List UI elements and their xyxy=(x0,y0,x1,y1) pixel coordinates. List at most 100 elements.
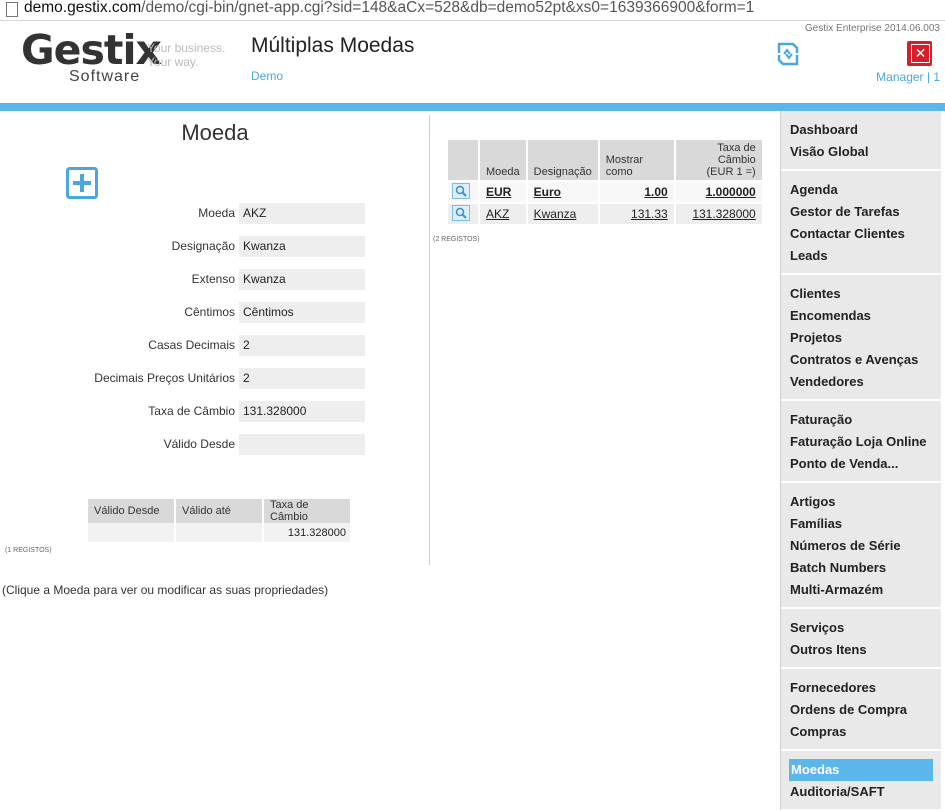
sidebar-item[interactable]: Projetos xyxy=(781,327,941,349)
table-row[interactable]: AKZ Kwanza 131.33 131.328000 xyxy=(448,204,762,224)
rate-link[interactable]: 1.000000 xyxy=(706,185,756,199)
url-text[interactable]: demo.gestix.com/demo/cgi-bin/gnet-app.cg… xyxy=(24,0,754,17)
sidebar-item[interactable]: Contratos e Avenças xyxy=(781,349,941,371)
field-label: Cêntimos xyxy=(184,305,235,319)
sidebar-item[interactable]: Visão Global xyxy=(781,141,941,163)
currency-name-link[interactable]: Euro xyxy=(534,185,561,199)
sidebar-group: Clientes Encomendas Projetos Contratos e Av… xyxy=(781,275,941,401)
field-label: Designação xyxy=(171,239,235,253)
sidebar-item[interactable]: Vendedores xyxy=(781,371,941,393)
field-value[interactable]: Kwanza xyxy=(239,269,365,290)
close-icon: ✕ xyxy=(911,44,930,63)
history-count: (1 REGISTOS) xyxy=(5,547,52,554)
sidebar-item[interactable]: Ponto de Venda... xyxy=(781,453,941,475)
field-label: Casas Decimais xyxy=(148,338,235,352)
logo-main: Gestix xyxy=(21,26,162,74)
rate-history-table: Válido Desde Válido até Taxa de Câmbio 1… xyxy=(86,499,352,542)
header-divider xyxy=(0,103,945,111)
sidebar-item[interactable]: Artigos xyxy=(781,491,941,513)
sidebar-nav: Dashboard Visão Global Agenda Gestor de Tar… xyxy=(780,111,941,811)
gestix-logo: Gestix Software xyxy=(21,26,162,86)
form-row: Cêntimos Cêntimos xyxy=(0,302,370,323)
sidebar-group: Faturação Faturação Loja Online Ponto de V… xyxy=(781,401,941,483)
sidebar-item[interactable]: Encomendas xyxy=(781,305,941,327)
user-link[interactable]: Manager | 1 xyxy=(876,70,940,84)
sidebar-item[interactable]: Contactar Clientes xyxy=(781,223,941,245)
field-value[interactable]: 2 xyxy=(239,368,365,389)
version-label: Gestix Enterprise 2014.06.003 xyxy=(804,23,940,34)
sidebar-group: Fornecedores Ordens de Compra Compras xyxy=(781,669,941,751)
close-button[interactable]: ✕ xyxy=(907,41,932,66)
sidebar-item[interactable]: Leads xyxy=(781,245,941,267)
field-label: Taxa de Câmbio xyxy=(148,404,235,418)
refresh-icon[interactable] xyxy=(775,40,801,68)
sidebar-group: Dashboard Visão Global xyxy=(781,111,941,171)
field-label: Moeda xyxy=(198,206,235,220)
form-title: Moeda xyxy=(181,120,249,145)
sidebar-item[interactable]: Batch Numbers xyxy=(781,557,941,579)
form-row: Válido Desde xyxy=(0,434,370,455)
col-mostrar: Mostrar como xyxy=(599,140,674,180)
col-taxa: Taxa de Câmbio xyxy=(264,499,350,523)
field-value[interactable]: Cêntimos xyxy=(239,302,365,323)
sidebar-item[interactable]: Serviços xyxy=(781,617,941,639)
sidebar-item[interactable]: Faturação xyxy=(781,409,941,431)
magnifier-icon[interactable] xyxy=(452,182,470,199)
sidebar-item[interactable]: Outros Itens xyxy=(781,639,941,661)
form-row: Taxa de Câmbio 131.328000 xyxy=(0,401,370,422)
sidebar-item[interactable]: Ordens de Compra xyxy=(781,699,941,721)
sidebar-group: Moedas Auditoria/SAFT xyxy=(781,751,941,811)
sidebar-item[interactable]: Moedas xyxy=(789,759,933,781)
magnifier-icon[interactable] xyxy=(452,204,470,221)
sidebar-group: Artigos Famílias Números de Série Batch Num… xyxy=(781,483,941,609)
form-row: Designação Kwanza xyxy=(0,236,370,257)
rate-link[interactable]: 131.328000 xyxy=(692,207,755,221)
sidebar-item[interactable]: Gestor de Tarefas xyxy=(781,201,941,223)
sidebar-item[interactable]: Faturação Loja Online xyxy=(781,431,941,453)
hint-text: (Clique a Moeda para ver ou modificar as… xyxy=(2,583,329,597)
col-view xyxy=(448,140,478,180)
field-value[interactable]: 131.328000 xyxy=(239,401,365,422)
currency-table: Moeda Designação Mostrar como Taxa de Câ… xyxy=(446,138,764,226)
display-value-link[interactable]: 1.00 xyxy=(644,185,667,199)
sidebar-item[interactable]: Agenda xyxy=(781,179,941,201)
sidebar-item[interactable]: Multi-Armazém xyxy=(781,579,941,601)
page-icon xyxy=(6,2,18,17)
field-label: Extenso xyxy=(191,272,235,286)
sidebar-item[interactable]: Números de Série xyxy=(781,535,941,557)
sidebar-item[interactable]: Famílias xyxy=(781,513,941,535)
field-value[interactable]: AKZ xyxy=(239,203,365,224)
currency-code-link[interactable]: EUR xyxy=(486,185,511,199)
form-row: Extenso Kwanza xyxy=(0,269,370,290)
sidebar-item[interactable]: Auditoria/SAFT xyxy=(781,781,941,803)
sidebar-group: Agenda Gestor de Tarefas Contactar Cliente… xyxy=(781,171,941,275)
add-icon[interactable] xyxy=(66,167,98,199)
sidebar-item[interactable]: Compras xyxy=(781,721,941,743)
field-label: Válido Desde xyxy=(163,437,235,451)
tagline: Your business. Your way. xyxy=(147,41,226,69)
logo-sub: Software xyxy=(69,68,141,85)
col-moeda: Moeda xyxy=(480,140,526,180)
company-name[interactable]: Demo xyxy=(251,69,283,83)
table-row[interactable]: EUR Euro 1.00 1.000000 xyxy=(448,182,762,202)
sidebar-item[interactable]: Dashboard xyxy=(781,119,941,141)
panel-divider xyxy=(429,115,430,565)
field-label: Decimais Preços Unitários xyxy=(94,371,235,385)
form-row: Decimais Preços Unitários 2 xyxy=(0,368,370,389)
col-designacao: Designação xyxy=(527,140,598,180)
form-row: Moeda AKZ xyxy=(0,203,370,224)
currency-code-link[interactable]: AKZ xyxy=(486,207,509,221)
field-value[interactable]: Kwanza xyxy=(239,236,365,257)
sidebar-item[interactable]: Clientes xyxy=(781,283,941,305)
display-value-link[interactable]: 131.33 xyxy=(631,207,668,221)
address-bar[interactable]: demo.gestix.com/demo/cgi-bin/gnet-app.cg… xyxy=(0,0,945,21)
currency-count: (2 REGISTOS) xyxy=(433,236,480,243)
currency-name-link[interactable]: Kwanza xyxy=(534,207,577,221)
field-value[interactable] xyxy=(239,434,365,455)
field-value[interactable]: 2 xyxy=(239,335,365,356)
col-valido-desde: Válido Desde xyxy=(88,499,174,523)
sidebar-item[interactable]: Fornecedores xyxy=(781,677,941,699)
col-taxa: Taxa de Câmbio (EUR 1 =) xyxy=(675,140,762,180)
col-valido-ate: Válido até xyxy=(176,499,262,523)
form-row: Casas Decimais 2 xyxy=(0,335,370,356)
